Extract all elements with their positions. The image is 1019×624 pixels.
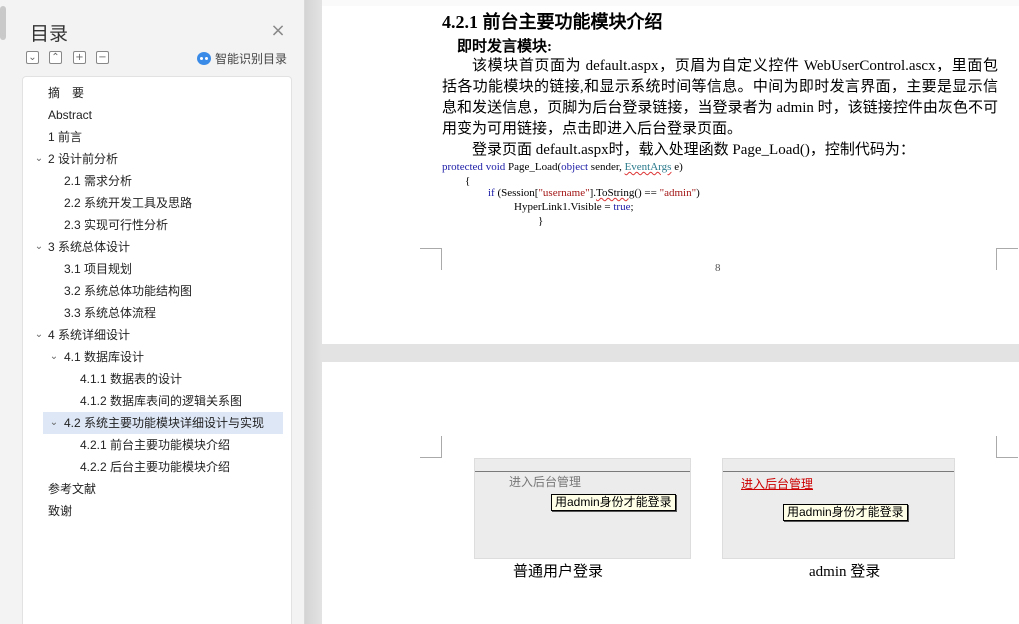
figure-caption: 普通用户登录: [513, 564, 604, 580]
toc-item[interactable]: 摘 要: [23, 82, 285, 104]
code-line: {: [465, 175, 471, 187]
document-page-8[interactable]: 4.2.1 前台主要功能模块介绍 即时发言模块: 该模块首页面为 default…: [322, 0, 1019, 344]
page-margin-mark: [996, 436, 1018, 458]
chevron-down-icon[interactable]: ⌄: [48, 346, 60, 368]
chevron-down-icon[interactable]: ⌄: [33, 324, 45, 346]
toc-item[interactable]: 参考文献: [23, 478, 285, 500]
toc-item[interactable]: 2.1 需求分析: [23, 170, 285, 192]
figure-caption: admin 登录: [809, 564, 881, 580]
toc-item-label: 3.2 系统总体功能结构图: [64, 284, 193, 298]
toc-item[interactable]: 4.1.2 数据库表间的逻辑关系图: [23, 390, 285, 412]
section-heading: 4.2.1 前台主要功能模块介绍: [442, 12, 663, 32]
toc-item-label: 4.2.2 后台主要功能模块介绍: [80, 460, 231, 474]
code-line: protected void Page_Load(object sender, …: [442, 161, 683, 173]
admin-link-disabled: 进入后台管理: [509, 475, 582, 489]
toc-item-label: 2.2 系统开发工具及思路: [64, 196, 193, 210]
toc-item[interactable]: 3.1 项目规划: [23, 258, 285, 280]
toc-item[interactable]: ⌄ 2 设计前分析: [23, 148, 285, 170]
ai-toc-button[interactable]: 智能识别目录: [197, 50, 287, 66]
toc-item-label: 参考文献: [48, 482, 97, 496]
toc-item-label: 3 系统总体设计: [48, 240, 131, 254]
toc-item[interactable]: 2.2 系统开发工具及思路: [23, 192, 285, 214]
collapse-all-icon[interactable]: ⌄: [26, 51, 39, 64]
toc-item[interactable]: 4.1.1 数据表的设计: [23, 368, 285, 390]
document-page-9[interactable]: 进入后台管理 用admin身份才能登录 普通用户登录 进入后台管理 用admin…: [322, 362, 1019, 624]
body-paragraph: 登录页面 default.aspx时，载入处理函数 Page_Load()，控制…: [472, 142, 915, 158]
toc-item-label: 4 系统详细设计: [48, 328, 131, 342]
toc-item-label: Abstract: [48, 108, 93, 122]
ai-robot-icon: [197, 51, 211, 65]
toc-item[interactable]: ⌄ 3 系统总体设计: [23, 236, 285, 258]
close-icon[interactable]: ×: [268, 21, 288, 41]
toc-item[interactable]: ⌄ 4 系统详细设计: [23, 324, 285, 346]
sub-heading: 即时发言模块:: [457, 39, 552, 55]
toc-item[interactable]: 3.2 系统总体功能结构图: [23, 280, 285, 302]
toc-item-label: 4.1.2 数据库表间的逻辑关系图: [80, 394, 243, 408]
toc-item-label: 3.3 系统总体流程: [64, 306, 157, 320]
add-heading-icon[interactable]: +: [73, 51, 86, 64]
toc-item-label: 致谢: [48, 504, 73, 518]
remove-heading-icon[interactable]: −: [96, 51, 109, 64]
toc-item[interactable]: ⌄ 4.2 系统主要功能模块详细设计与实现: [43, 412, 283, 434]
toc-item[interactable]: 1 前言: [23, 126, 285, 148]
toc-item[interactable]: 4.2.2 后台主要功能模块介绍: [23, 456, 285, 478]
toc-item-label: 摘 要: [48, 86, 85, 100]
admin-only-button: 用admin身份才能登录: [551, 494, 676, 511]
toc-list: 摘 要 Abstract 1 前言 ⌄ 2 设计前分析 2.1 需求分析 2.2 系统开发工…: [22, 76, 292, 624]
toc-item-label: 2.3 实现可行性分析: [64, 218, 169, 232]
toc-item-label: 1 前言: [48, 130, 83, 144]
body-paragraph: 该模块首页面为 default.aspx，页眉为自定义控件 WebUserCon…: [442, 58, 998, 137]
page-margin-mark: [420, 436, 442, 458]
toc-item[interactable]: 4.2.1 前台主要功能模块介绍: [23, 434, 285, 456]
sidebar-scrollbar[interactable]: [0, 6, 6, 40]
page-margin-mark: [996, 248, 1018, 270]
toc-item[interactable]: 3.3 系统总体流程: [23, 302, 285, 324]
toc-item[interactable]: 2.3 实现可行性分析: [23, 214, 285, 236]
toc-item[interactable]: ⌄ 4.1 数据库设计: [23, 346, 285, 368]
toc-item-label: 4.2.1 前台主要功能模块介绍: [80, 438, 231, 452]
figure-admin-login: 进入后台管理 用admin身份才能登录: [722, 458, 955, 559]
page-margin-mark: [420, 248, 442, 270]
figure-normal-user-login: 进入后台管理 用admin身份才能登录: [474, 458, 691, 559]
toc-item-label: 4.1 数据库设计: [64, 350, 145, 364]
toc-item-label: 4.2 系统主要功能模块详细设计与实现: [64, 416, 265, 430]
page-shadow: [305, 0, 322, 624]
admin-link-enabled: 进入后台管理: [741, 477, 814, 491]
code-line: }: [538, 215, 544, 227]
toc-item-label: 2.1 需求分析: [64, 174, 133, 188]
ai-toc-label: 智能识别目录: [215, 51, 288, 66]
toc-item[interactable]: Abstract: [23, 104, 285, 126]
toc-item[interactable]: 致谢: [23, 500, 285, 522]
chevron-down-icon[interactable]: ⌄: [33, 148, 45, 170]
page-number: 8: [715, 262, 721, 274]
toc-item-label: 4.1.1 数据表的设计: [80, 372, 183, 386]
toc-item-label: 2 设计前分析: [48, 152, 119, 166]
toc-sidebar: 目录 × ⌄ ⌃ + − 智能识别目录 摘 要 Abstract 1 前言 ⌄ 2 设计…: [0, 0, 305, 624]
code-line: if (Session["username"].ToString() == "a…: [488, 187, 700, 199]
toc-item-label: 3.1 项目规划: [64, 262, 133, 276]
collapse-level-icon[interactable]: ⌃: [49, 51, 62, 64]
chevron-down-icon[interactable]: ⌄: [33, 236, 45, 258]
sidebar-title: 目录: [30, 23, 69, 45]
code-line: HyperLink1.Visible = true;: [514, 201, 634, 213]
page-top-edge: [322, 0, 1019, 6]
chevron-down-icon[interactable]: ⌄: [48, 412, 60, 434]
admin-only-button: 用admin身份才能登录: [783, 504, 908, 521]
